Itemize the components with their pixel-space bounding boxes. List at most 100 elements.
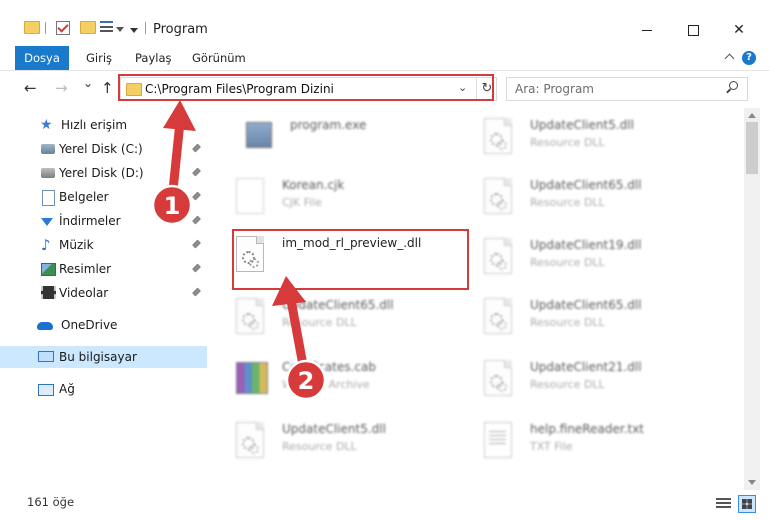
window-title: Program <box>153 22 208 37</box>
exe-icon <box>244 118 274 154</box>
file-item[interactable]: UpdateClient65.dll Resource DLL <box>460 290 700 346</box>
pin-icon[interactable] <box>191 215 202 225</box>
sidebar-item-pictures[interactable]: Resimler <box>0 258 207 280</box>
file-item[interactable]: UpdateClient19.dll Resource DLL <box>460 230 700 286</box>
text-file-icon <box>484 422 514 458</box>
sidebar-item-disk-c[interactable]: Yerel Disk (C:) <box>0 138 207 160</box>
minimize-icon <box>642 29 652 31</box>
sidebar-item-onedrive[interactable]: OneDrive <box>0 314 207 336</box>
file-name: UpdateClient21.dll <box>530 360 642 374</box>
sidebar-item-label: Yerel Disk (C:) <box>59 142 143 156</box>
ribbon: Dosya Giriş Paylaş Görünüm ? <box>0 46 769 71</box>
search-icon-handle <box>726 88 731 94</box>
navigation-pane: ★ Hızlı erişim Yerel Disk (C:) Yerel Dis… <box>0 108 210 490</box>
pin-icon[interactable] <box>191 143 202 153</box>
divider <box>145 22 146 34</box>
download-icon <box>41 214 55 228</box>
rename-icon[interactable] <box>100 21 113 34</box>
sidebar-item-disk-d[interactable]: Yerel Disk (D:) <box>0 162 207 184</box>
sidebar-item-label: Müzik <box>59 238 94 252</box>
sidebar-item-network[interactable]: Ağ <box>0 378 207 400</box>
file-type: Resource DLL <box>282 440 357 453</box>
file-type: Resource DLL <box>530 196 605 209</box>
details-view-icon[interactable] <box>716 498 731 509</box>
file-item[interactable]: help.fineReader.txt TXT File <box>460 414 700 470</box>
file-type: TXT File <box>530 440 573 453</box>
sidebar-item-this-pc[interactable]: Bu bilgisayar <box>0 346 207 368</box>
network-icon <box>38 382 54 396</box>
vertical-scrollbar[interactable] <box>744 108 760 490</box>
file-name: UpdateClient65.dll <box>282 298 394 312</box>
file-item[interactable]: program.exe <box>220 110 460 166</box>
film-icon <box>41 286 56 300</box>
dll-gear-icon <box>484 298 514 334</box>
title-bar: Program ✕ <box>0 0 769 44</box>
file-name: UpdateClient65.dll <box>530 178 642 192</box>
tab-share[interactable]: Paylaş <box>135 46 172 70</box>
pin-icon[interactable] <box>191 263 202 273</box>
sidebar-item-videos[interactable]: Videolar <box>0 282 207 304</box>
properties-check-icon[interactable] <box>56 21 70 35</box>
file-item[interactable]: UpdateClient65.dll Resource DLL <box>212 290 452 346</box>
tab-file[interactable]: Dosya <box>15 46 69 70</box>
scroll-down-icon[interactable] <box>748 480 756 485</box>
forward-button[interactable]: → <box>55 79 68 97</box>
pin-icon[interactable] <box>191 167 202 177</box>
search-icon[interactable] <box>725 81 739 95</box>
status-bar: 161 öğe <box>0 490 769 520</box>
recent-locations-button[interactable]: ⌄ <box>83 76 93 90</box>
file-name: program.exe <box>290 118 367 132</box>
search-input[interactable]: Ara: Program <box>515 82 594 96</box>
file-item[interactable]: UpdateClient5.dll Resource DLL <box>212 414 452 470</box>
pin-icon[interactable] <box>191 191 202 201</box>
computer-icon <box>38 350 54 364</box>
expand-ribbon-icon[interactable] <box>724 53 735 64</box>
close-button[interactable]: ✕ <box>716 16 762 44</box>
sidebar-item-quick-access[interactable]: ★ Hızlı erişim <box>0 114 207 136</box>
sidebar-item-documents[interactable]: Belgeler <box>0 186 207 208</box>
up-button[interactable]: ↑ <box>101 79 114 97</box>
sidebar-item-label: Belgeler <box>59 190 109 204</box>
search-box[interactable]: Ara: Program <box>506 77 748 101</box>
pin-icon[interactable] <box>191 287 202 297</box>
item-count: 161 öğe <box>27 495 75 509</box>
tab-home[interactable]: Giriş <box>86 46 112 70</box>
file-highlight-box <box>232 229 469 290</box>
scroll-thumb[interactable] <box>746 122 758 174</box>
help-icon[interactable]: ? <box>742 51 756 65</box>
close-icon: ✕ <box>733 22 745 38</box>
file-type: Resource DLL <box>530 316 605 329</box>
file-item[interactable]: UpdateClient5.dll Resource DLL <box>460 110 700 166</box>
address-highlight-box <box>118 74 494 101</box>
file-icon <box>236 178 266 214</box>
sidebar-item-label: Resimler <box>59 262 112 276</box>
divider <box>45 22 46 34</box>
sidebar-item-label: Yerel Disk (D:) <box>59 166 144 180</box>
dll-gear-icon <box>484 178 514 214</box>
maximize-button[interactable] <box>670 16 716 44</box>
tab-view[interactable]: Görünüm <box>192 46 246 70</box>
scroll-up-icon[interactable] <box>748 113 756 118</box>
file-item[interactable]: Certificates.cab WinRAR Archive <box>212 352 452 408</box>
dll-gear-icon <box>236 298 266 334</box>
sidebar-item-music[interactable]: ♪ Müzik <box>0 234 207 256</box>
file-item[interactable]: UpdateClient65.dll Resource DLL <box>460 170 700 226</box>
back-button[interactable]: ← <box>24 79 37 97</box>
new-folder-icon[interactable] <box>80 21 96 34</box>
file-list: program.exe Korean.cjk CJK File im_mod_r… <box>212 108 742 490</box>
sidebar-item-downloads[interactable]: İndirmeler <box>0 210 207 232</box>
dll-gear-icon <box>484 360 514 396</box>
qa-dropdown-icon[interactable] <box>116 27 124 32</box>
file-item[interactable]: UpdateClient21.dll Resource DLL <box>460 352 700 408</box>
pin-icon[interactable] <box>191 239 202 249</box>
large-icons-view-icon[interactable] <box>738 495 756 513</box>
sidebar-item-label: İndirmeler <box>59 214 121 228</box>
file-type: CJK File <box>282 196 323 209</box>
dll-gear-icon <box>484 118 514 154</box>
file-item[interactable]: Korean.cjk CJK File <box>212 170 452 226</box>
file-name: Korean.cjk <box>282 178 345 192</box>
archive-icon <box>236 360 268 396</box>
customize-toolbar-icon[interactable] <box>130 28 138 33</box>
minimize-button[interactable] <box>624 16 670 44</box>
picture-icon <box>41 262 56 276</box>
